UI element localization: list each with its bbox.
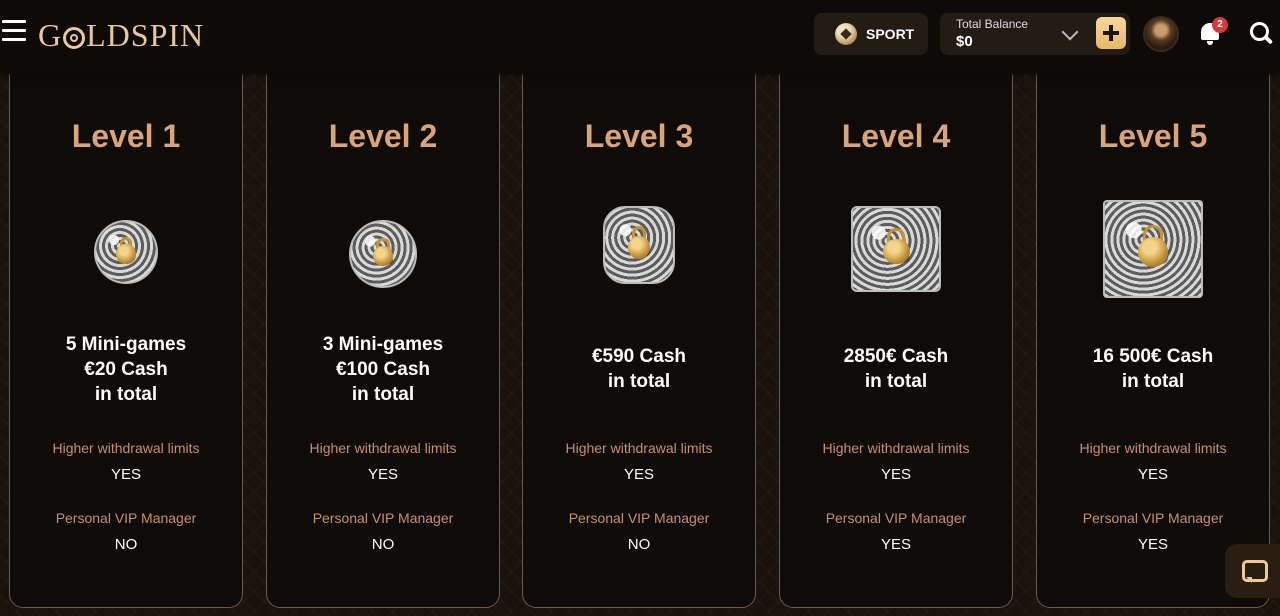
- search-icon[interactable]: [1250, 22, 1276, 48]
- reward-line: in total: [94, 384, 158, 405]
- reward-line: in total: [607, 371, 671, 392]
- withdrawal-limits-label: Higher withdrawal limits: [52, 440, 200, 456]
- level-card: Level 1 5 Mini-games €20 Cash in total Highe…: [9, 74, 243, 608]
- rounded-cube-lock-icon: [603, 206, 675, 284]
- large-cube-lock-icon: [1103, 200, 1203, 298]
- notifications-button[interactable]: 2: [1198, 17, 1228, 47]
- notification-badge: 2: [1212, 17, 1228, 33]
- vip-manager-label: Personal VIP Manager: [568, 510, 710, 526]
- withdrawal-limits-value: YES: [110, 466, 141, 483]
- level-card: Level 5 16 500€ Cash in total Higher withdr…: [1036, 74, 1270, 608]
- vip-manager-value: NO: [114, 536, 138, 553]
- cube-lock-icon: [851, 206, 941, 292]
- vip-manager-label: Personal VIP Manager: [1082, 510, 1224, 526]
- level-title: Level 2: [328, 118, 438, 154]
- vip-manager-label: Personal VIP Manager: [55, 510, 197, 526]
- vip-manager-label: Personal VIP Manager: [825, 510, 967, 526]
- live-chat-button[interactable]: [1225, 544, 1280, 598]
- reward-line: €20 Cash: [84, 359, 168, 380]
- football-icon: [835, 23, 857, 45]
- sphere-lock-icon: [349, 220, 417, 288]
- reward-line: €100 Cash: [335, 359, 430, 380]
- vip-manager-value: YES: [880, 536, 911, 553]
- chevron-down-icon: [1061, 23, 1079, 41]
- reward-line: 16 500€ Cash: [1092, 346, 1214, 367]
- vip-manager-value: NO: [371, 536, 395, 553]
- level-reward: 5 Mini-games €20 Cash in total: [10, 332, 242, 407]
- level-reward: 16 500€ Cash in total: [1037, 344, 1269, 394]
- reward-line: 2850€ Cash: [843, 346, 949, 367]
- reward-line: in total: [864, 371, 928, 392]
- vip-manager-value: NO: [627, 536, 651, 553]
- sport-button[interactable]: SPORT: [814, 13, 928, 55]
- reward-line: in total: [1121, 371, 1185, 392]
- menu-icon[interactable]: [2, 20, 26, 42]
- withdrawal-limits-value: YES: [367, 466, 398, 483]
- level-title: Level 5: [1098, 118, 1208, 154]
- withdrawal-limits-label: Higher withdrawal limits: [822, 440, 970, 456]
- withdrawal-limits-label: Higher withdrawal limits: [309, 440, 457, 456]
- level-title: Level 4: [841, 118, 951, 154]
- level-reward: 3 Mini-games €100 Cash in total: [267, 332, 499, 407]
- level-title: Level 1: [71, 118, 181, 154]
- level-card: Level 4 2850€ Cash in total Higher withdraw…: [779, 74, 1013, 608]
- vip-manager-label: Personal VIP Manager: [312, 510, 454, 526]
- reward-line: 5 Mini-games: [65, 334, 187, 355]
- avatar[interactable]: [1143, 16, 1179, 52]
- level-card: Level 2 3 Mini-games €100 Cash in total High…: [266, 74, 500, 608]
- withdrawal-limits-label: Higher withdrawal limits: [565, 440, 713, 456]
- withdrawal-limits-label: Higher withdrawal limits: [1079, 440, 1227, 456]
- balance-label: Total Balance: [956, 17, 1029, 31]
- level-title: Level 3: [584, 118, 694, 154]
- top-header: G LDSPIN SPORT Total Balance $0 2: [0, 0, 1280, 72]
- sphere-lock-icon: [94, 220, 158, 284]
- withdrawal-limits-value: YES: [880, 466, 911, 483]
- level-reward: 2850€ Cash in total: [780, 344, 1012, 394]
- deposit-plus-button[interactable]: [1096, 17, 1126, 49]
- balance-value: $0: [956, 33, 973, 50]
- withdrawal-limits-value: YES: [1137, 466, 1168, 483]
- level-reward: €590 Cash in total: [523, 344, 755, 394]
- reward-line: €590 Cash: [591, 346, 686, 367]
- goldspin-logo[interactable]: G LDSPIN: [38, 14, 204, 56]
- withdrawal-limits-value: YES: [623, 466, 654, 483]
- sport-button-label: SPORT: [866, 26, 915, 42]
- reward-line: in total: [351, 384, 415, 405]
- level-card: Level 3 €590 Cash in total Higher withdrawa…: [522, 74, 756, 608]
- reward-line: 3 Mini-games: [322, 334, 444, 355]
